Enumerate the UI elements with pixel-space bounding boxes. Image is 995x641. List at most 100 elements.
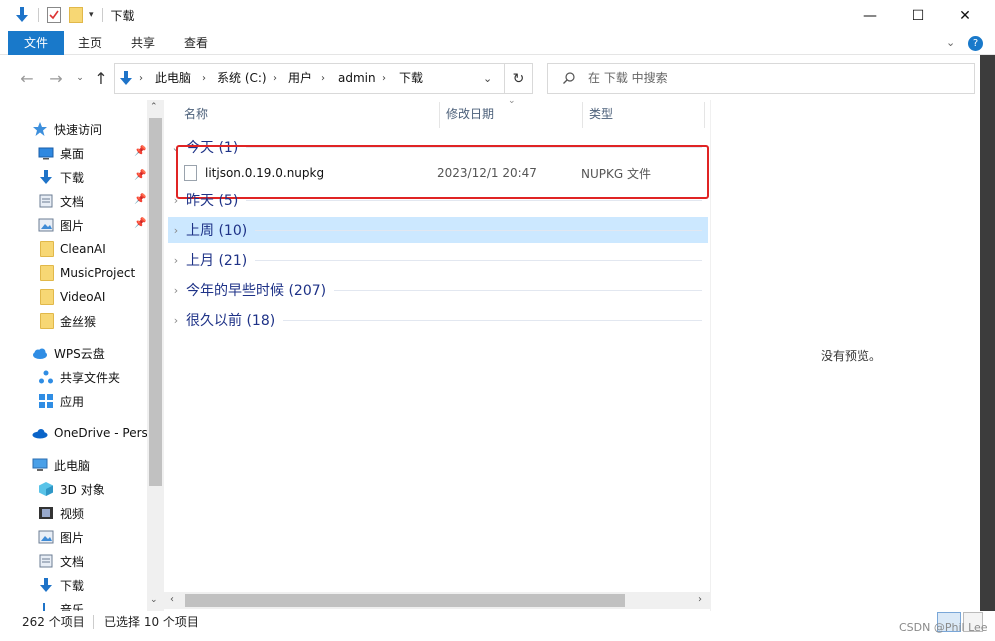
pin-icon[interactable]: 📌 (134, 146, 146, 157)
help-icon[interactable]: ? (968, 36, 983, 51)
group-divider (334, 289, 702, 291)
tab-view[interactable]: 查看 (172, 31, 220, 55)
breadcrumb-system-drive[interactable]: 系统 (C:) (217, 64, 267, 93)
sidebar-item-quick-access[interactable]: 快速访问 (32, 118, 102, 140)
minimize-button[interactable]: — (847, 0, 893, 31)
group-last-week[interactable]: › 上周 (10) (168, 217, 708, 243)
group-yesterday[interactable]: › 昨天 (5) (168, 187, 708, 213)
breadcrumb-users[interactable]: 用户 (288, 64, 312, 93)
chevron-right-icon: › (202, 73, 206, 84)
sidebar-item-pc-documents[interactable]: 文档 (38, 550, 84, 572)
ribbon-tabs: 文件 主页 共享 查看 ⌄ ? (0, 31, 995, 55)
column-divider[interactable] (704, 102, 705, 128)
pin-icon[interactable]: 📌 (134, 194, 146, 205)
sidebar-item-3d-objects[interactable]: 3D 对象 (38, 478, 105, 500)
sidebar-item-folder[interactable]: CleanAI (40, 238, 106, 260)
back-button[interactable]: ← (17, 68, 37, 88)
sidebar-item-onedrive[interactable]: OneDrive - Perso (32, 422, 155, 444)
sidebar-item-downloads[interactable]: 下载 (38, 166, 84, 188)
group-label: 昨天 (5) (186, 193, 239, 209)
chevron-right-icon: › (382, 73, 386, 84)
sidebar-item-pc-pictures[interactable]: 图片 (38, 526, 84, 548)
sidebar-item-label: 金丝猴 (60, 314, 97, 329)
sidebar-item-label: 3D 对象 (60, 482, 105, 497)
chevron-right-icon: › (273, 73, 277, 84)
sidebar-item-pc-downloads[interactable]: 下载 (38, 574, 84, 596)
document-icon (38, 193, 54, 209)
new-folder-icon[interactable] (69, 7, 83, 23)
item-count: 262 个项目 (22, 615, 85, 629)
group-last-month[interactable]: › 上月 (21) (168, 247, 708, 273)
sidebar-item-documents[interactable]: 文档 (38, 190, 84, 212)
pin-icon[interactable]: 📌 (134, 170, 146, 181)
sidebar-item-videos[interactable]: 视频 (38, 502, 84, 524)
customize-dropdown-icon[interactable]: ▾ (89, 10, 94, 20)
sidebar-item-music[interactable]: 音乐 (38, 598, 84, 611)
column-header-date[interactable]: 修改日期 (446, 100, 494, 128)
search-icon (562, 71, 576, 88)
chevron-right-icon: › (321, 73, 325, 84)
group-long-ago[interactable]: › 很久以前 (18) (168, 307, 708, 333)
group-label: 今年的早些时候 (207) (186, 283, 327, 299)
window-title: 下载 (110, 8, 135, 23)
sidebar-item-folder[interactable]: VideoAI (40, 286, 105, 308)
sidebar-item-label: 图片 (60, 530, 85, 545)
recent-locations-button[interactable]: ⌄ (70, 68, 90, 88)
pin-icon[interactable]: 📌 (134, 218, 146, 229)
properties-icon[interactable] (47, 7, 61, 23)
refresh-button[interactable]: ↻ (505, 63, 533, 94)
download-icon (38, 577, 54, 593)
scroll-left-icon[interactable]: ‹ (170, 594, 174, 605)
sidebar-item-desktop[interactable]: 桌面 (38, 142, 84, 164)
tab-share[interactable]: 共享 (118, 31, 168, 55)
sidebar-item-pictures[interactable]: 图片 (38, 214, 84, 236)
sidebar-item-wps-cloud[interactable]: WPS云盘 (32, 342, 105, 364)
sidebar-item-label: WPS云盘 (54, 346, 105, 361)
maximize-icon: ☐ (911, 7, 925, 24)
breadcrumb-this-pc[interactable]: 此电脑 (155, 64, 191, 93)
chevron-right-icon: › (139, 73, 143, 84)
navigation-pane: 快速访问 桌面 📌 下载 📌 文档 📌 图片 📌 CleanAI MusicPr… (0, 100, 164, 611)
scroll-right-icon[interactable]: › (698, 594, 702, 605)
group-label: 很久以前 (18) (186, 313, 276, 329)
sidebar-item-shared-folder[interactable]: 共享文件夹 (38, 366, 120, 388)
scroll-down-icon[interactable]: ⌄ (150, 595, 158, 605)
column-header-name[interactable]: 名称 (184, 100, 208, 128)
column-header-type[interactable]: 类型 (589, 100, 613, 128)
sidebar-item-label: 下载 (60, 578, 85, 593)
column-divider[interactable] (439, 102, 440, 128)
group-divider (255, 259, 702, 261)
status-bar: 262 个项目 已选择 10 个项目 CSDN @Phil Lee (0, 611, 995, 641)
no-preview-text: 没有预览。 (821, 349, 882, 363)
address-bar[interactable]: › 此电脑 › 系统 (C:) › 用户 › admin › 下载 ⌄ (114, 63, 505, 94)
folder-icon (40, 241, 54, 257)
selection-count: 已选择 10 个项目 (104, 615, 199, 629)
up-button[interactable]: ↑ (91, 68, 111, 88)
search-input[interactable]: 在 下载 中搜索 (547, 63, 975, 94)
star-icon (32, 121, 48, 137)
maximize-button[interactable]: ☐ (895, 0, 941, 31)
quick-access-toolbar: ▾ 下载 (14, 6, 135, 24)
sidebar-scrollbar-thumb[interactable] (149, 118, 162, 486)
breadcrumb-downloads[interactable]: 下载 (399, 64, 423, 93)
close-button[interactable]: ✕ (942, 0, 988, 31)
download-arrow-icon[interactable] (14, 6, 30, 24)
expand-ribbon-icon[interactable]: ⌄ (946, 36, 955, 49)
status-divider (93, 615, 94, 629)
horizontal-scrollbar-thumb[interactable] (185, 594, 625, 607)
tab-home[interactable]: 主页 (66, 31, 114, 55)
group-divider (283, 319, 702, 321)
sidebar-item-apps[interactable]: 应用 (38, 390, 84, 412)
group-earlier-this-year[interactable]: › 今年的早些时候 (207) (168, 277, 708, 303)
column-divider[interactable] (582, 102, 583, 128)
forward-button[interactable]: → (46, 68, 66, 88)
sidebar-item-folder[interactable]: 金丝猴 (40, 310, 96, 332)
sidebar-item-this-pc[interactable]: 此电脑 (32, 454, 90, 476)
sidebar-item-label: 快速访问 (54, 122, 103, 137)
sidebar-item-folder[interactable]: MusicProject (40, 262, 135, 284)
onedrive-cloud-icon (32, 425, 48, 441)
tab-file[interactable]: 文件 (8, 31, 64, 55)
breadcrumb-admin[interactable]: admin (338, 64, 376, 93)
address-dropdown-icon[interactable]: ⌄ (483, 64, 492, 93)
scroll-up-icon[interactable]: ⌃ (150, 102, 158, 112)
